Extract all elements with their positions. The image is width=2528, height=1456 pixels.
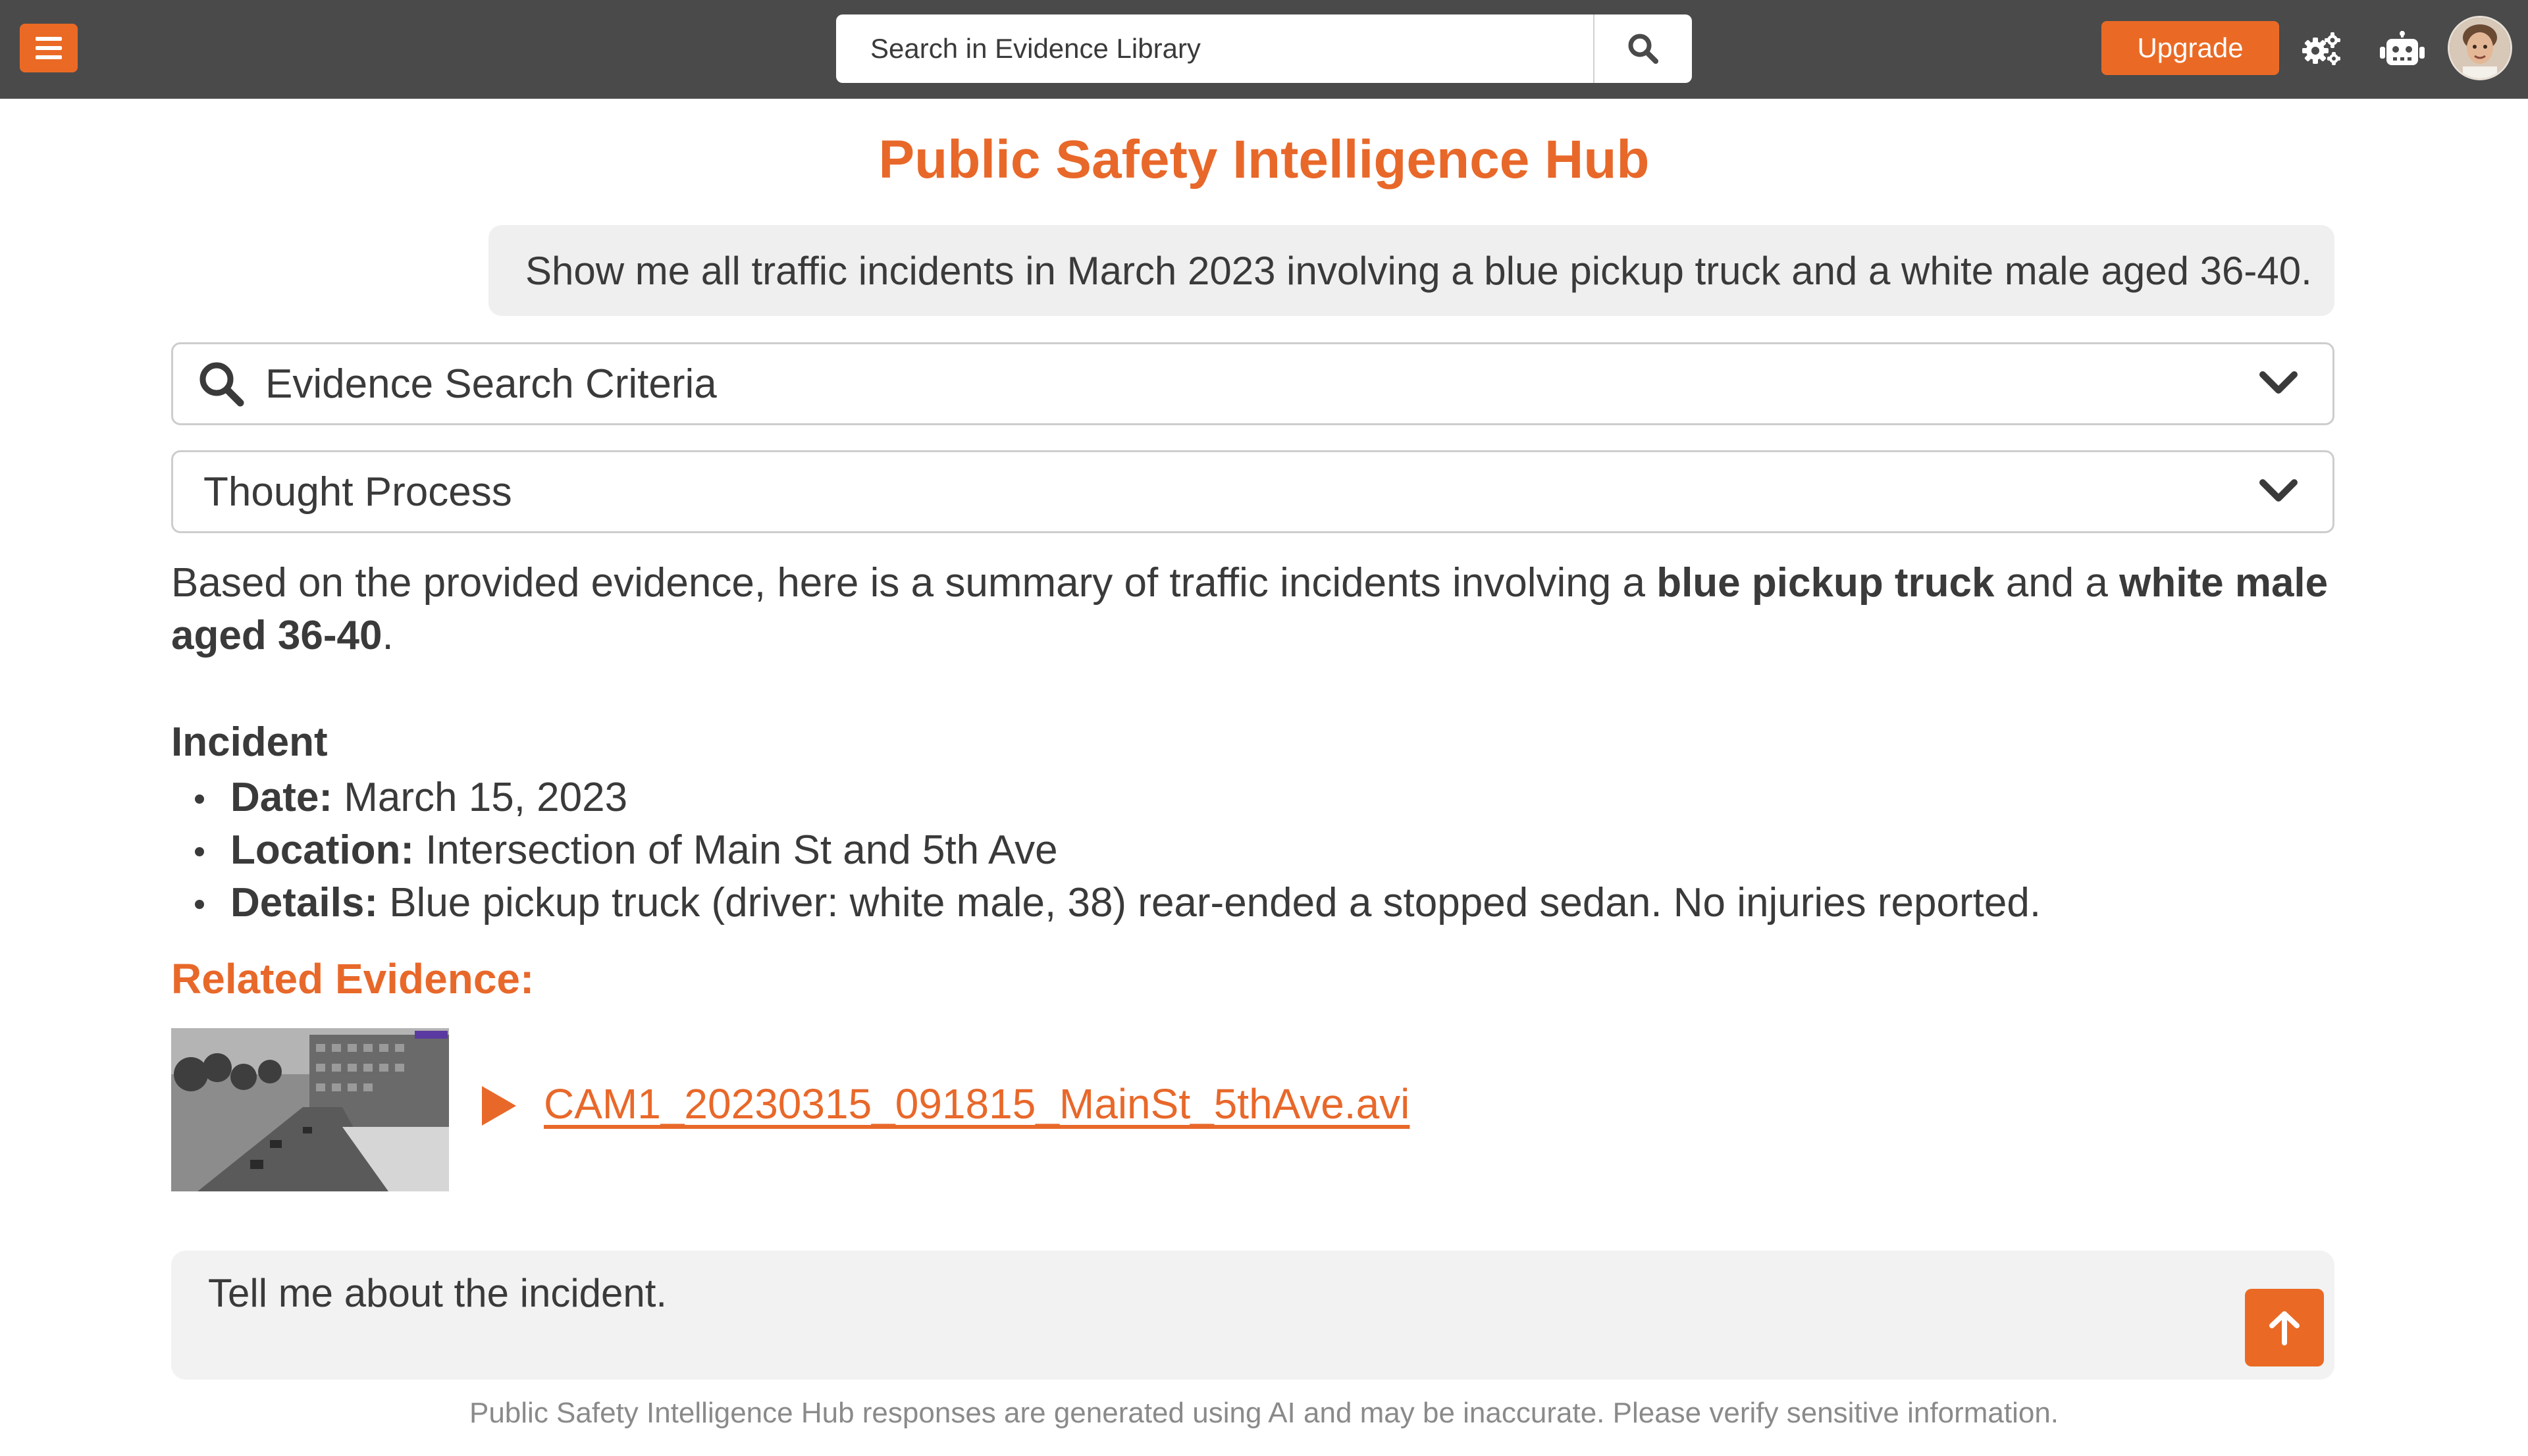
summary-text: Based on the provided evidence, here is … bbox=[171, 560, 1657, 606]
play-icon[interactable] bbox=[479, 1085, 517, 1127]
search-icon bbox=[1628, 34, 1658, 64]
accordion-label: Thought Process bbox=[203, 469, 512, 515]
summary-bold-vehicle: blue pickup truck bbox=[1656, 560, 1995, 606]
detail-label: Location: bbox=[230, 827, 414, 873]
top-navigation-bar: Upgrade bbox=[0, 0, 2528, 99]
list-item: Details: Blue pickup truck (driver: whit… bbox=[171, 877, 2041, 929]
robot-icon bbox=[2380, 31, 2425, 65]
send-button[interactable] bbox=[2245, 1289, 2324, 1366]
chat-message-input[interactable] bbox=[208, 1270, 2183, 1363]
detail-value: Blue pickup truck (driver: white male, 3… bbox=[377, 880, 2041, 925]
search-button[interactable] bbox=[1593, 14, 1692, 83]
evidence-library-search-input[interactable] bbox=[836, 14, 1593, 83]
summary-text: and a bbox=[1994, 560, 2120, 606]
summary-text: . bbox=[382, 613, 394, 658]
user-message-bubble: Show me all traffic incidents in March 2… bbox=[488, 225, 2334, 316]
evidence-search-criteria-accordion[interactable]: Evidence Search Criteria bbox=[171, 342, 2334, 425]
settings-gears-icon bbox=[2302, 32, 2340, 65]
detail-label: Date: bbox=[230, 775, 333, 820]
evidence-file-link[interactable]: CAM1_20230315_091815_MainSt_5thAve.avi bbox=[544, 1079, 1409, 1128]
user-avatar[interactable] bbox=[2448, 16, 2512, 80]
accordion-label: Evidence Search Criteria bbox=[265, 361, 717, 407]
evidence-video-thumbnail[interactable] bbox=[171, 1028, 449, 1191]
avatar-image bbox=[2450, 18, 2510, 78]
ai-disclaimer: Public Safety Intelligence Hub responses… bbox=[469, 1397, 2059, 1429]
ai-assistant-button[interactable] bbox=[2373, 20, 2432, 79]
street-camera-image bbox=[171, 1028, 449, 1191]
page-title: Public Safety Intelligence Hub bbox=[878, 130, 1650, 190]
incident-details-list: Date: March 15, 2023 Location: Intersect… bbox=[171, 771, 2041, 929]
chevron-down-icon bbox=[2259, 371, 2298, 394]
assistant-response-summary: Based on the provided evidence, here is … bbox=[171, 557, 2344, 662]
chat-input-container bbox=[171, 1251, 2334, 1380]
detail-label: Details: bbox=[230, 880, 378, 925]
list-item: Date: March 15, 2023 bbox=[171, 771, 2041, 824]
detail-value: Intersection of Main St and 5th Ave bbox=[413, 827, 1058, 873]
menu-button[interactable] bbox=[20, 24, 78, 72]
detail-value: March 15, 2023 bbox=[332, 775, 628, 820]
arrow-up-icon bbox=[2269, 1311, 2300, 1345]
chevron-down-icon bbox=[2259, 479, 2298, 502]
evidence-library-search bbox=[836, 14, 1692, 83]
list-item: Location: Intersection of Main St and 5t… bbox=[171, 824, 2041, 877]
upgrade-button[interactable]: Upgrade bbox=[2101, 21, 2279, 75]
incident-heading: Incident bbox=[171, 719, 328, 765]
settings-button[interactable] bbox=[2292, 20, 2352, 79]
thought-process-accordion[interactable]: Thought Process bbox=[171, 450, 2334, 533]
search-icon bbox=[199, 362, 244, 407]
hamburger-menu-icon bbox=[36, 37, 62, 59]
related-evidence-heading: Related Evidence: bbox=[171, 955, 535, 1002]
